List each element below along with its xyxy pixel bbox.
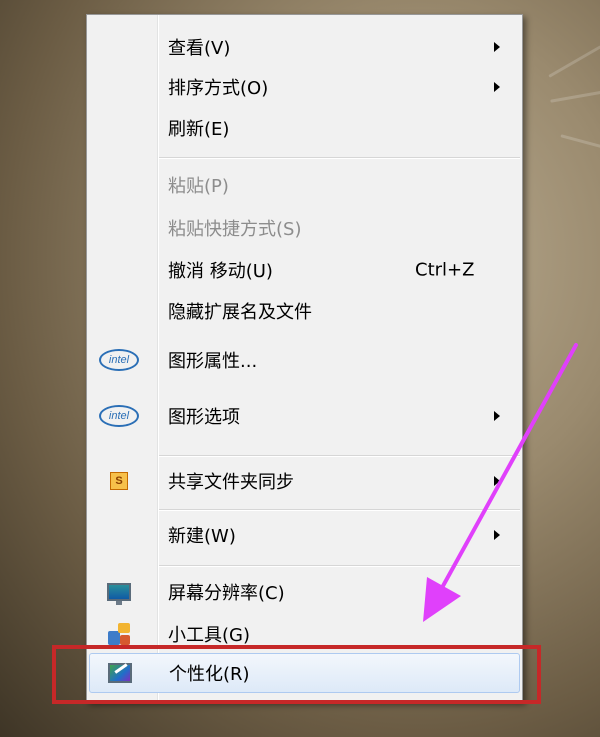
context-menu: 查看(V) 排序方式(O) 刷新(E) 粘贴(P) 粘贴快捷方式(S) 撤消 移…	[86, 14, 523, 702]
menu-separator	[159, 565, 520, 567]
menu-item-label: 共享文件夹同步	[168, 472, 294, 493]
monitor-icon	[96, 578, 142, 606]
gadgets-icon	[96, 620, 142, 648]
wallpaper-streak	[550, 90, 600, 103]
submenu-arrow-icon	[494, 82, 500, 92]
highlight-box	[52, 645, 541, 704]
menu-item-label: 隐藏扩展名及文件	[168, 302, 312, 323]
menu-item-shared-folder-sync[interactable]: S 共享文件夹同步	[89, 461, 520, 501]
desktop[interactable]: { "menu": { "items": [ {"label": "查看(V)"…	[0, 0, 600, 737]
menu-item-label: 查看(V)	[168, 38, 231, 59]
submenu-arrow-icon	[494, 476, 500, 486]
menu-item-undo-move[interactable]: 撤消 移动(U) Ctrl+Z	[89, 250, 520, 290]
wallpaper-streak	[548, 45, 600, 78]
menu-separator	[159, 455, 520, 457]
menu-separator	[159, 509, 520, 511]
menu-item-screen-resolution[interactable]: 屏幕分辨率(C)	[89, 572, 520, 612]
menu-item-label: 小工具(G)	[168, 625, 250, 646]
menu-item-label: 新建(W)	[168, 526, 236, 547]
menu-item-label: 粘贴(P)	[168, 176, 229, 197]
menu-item-label: 粘贴快捷方式(S)	[168, 219, 302, 240]
menu-item-label: 刷新(E)	[168, 119, 230, 140]
menu-item-view[interactable]: 查看(V)	[89, 27, 520, 67]
menu-item-new[interactable]: 新建(W)	[89, 515, 520, 555]
menu-separator	[159, 157, 520, 159]
menu-item-label: 撤消 移动(U)	[168, 261, 273, 282]
menu-item-sort-by[interactable]: 排序方式(O)	[89, 67, 520, 107]
sync-icon-glyph: S	[110, 472, 128, 490]
wallpaper-streak	[560, 134, 600, 149]
submenu-arrow-icon	[494, 42, 500, 52]
menu-item-label: 排序方式(O)	[168, 78, 269, 99]
submenu-arrow-icon	[494, 411, 500, 421]
menu-item-paste-shortcut[interactable]: 粘贴快捷方式(S)	[89, 208, 520, 248]
intel-icon: intel	[96, 402, 142, 430]
sync-icon: S	[96, 467, 142, 495]
menu-item-label: 屏幕分辨率(C)	[168, 583, 285, 604]
menu-item-shortcut: Ctrl+Z	[415, 259, 475, 281]
menu-item-refresh[interactable]: 刷新(E)	[89, 108, 520, 148]
submenu-arrow-icon	[494, 530, 500, 540]
menu-item-hide-extensions[interactable]: 隐藏扩展名及文件	[89, 291, 520, 331]
menu-item-paste[interactable]: 粘贴(P)	[89, 165, 520, 205]
menu-item-graphics-options[interactable]: intel 图形选项	[89, 396, 520, 436]
menu-item-label: 图形属性...	[168, 351, 258, 372]
menu-item-graphics-properties[interactable]: intel 图形属性...	[89, 340, 520, 380]
intel-icon: intel	[96, 346, 142, 374]
menu-item-label: 图形选项	[168, 407, 240, 428]
intel-logo-text: intel	[99, 349, 139, 371]
intel-logo-text: intel	[99, 405, 139, 427]
